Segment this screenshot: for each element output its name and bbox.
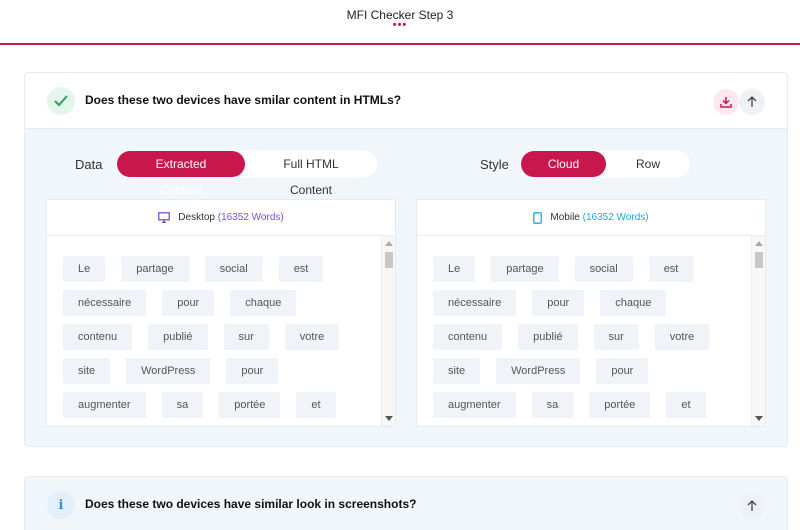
screenshot-look-card: i Does these two devices have similar lo… bbox=[24, 476, 788, 530]
desktop-panel-header: Desktop (16352 Words) bbox=[47, 200, 395, 236]
word-tag: sur bbox=[593, 324, 639, 350]
html-content-card: Does these two devices have smilar conte… bbox=[24, 72, 788, 447]
data-label: Data bbox=[75, 157, 103, 172]
mobile-panel-header: Mobile (16352 Words) bbox=[417, 200, 765, 236]
word-tag: nécessaire bbox=[63, 290, 147, 316]
word-row: nécessaire pour chaque bbox=[63, 290, 381, 316]
word-row: Le partage social est bbox=[433, 256, 751, 282]
word-row: contenu publié sur votre bbox=[63, 324, 381, 350]
style-toggle: Cloud Row bbox=[521, 151, 690, 177]
info-icon: i bbox=[47, 491, 75, 519]
desktop-word-count: (16352 Words) bbox=[217, 212, 284, 223]
scroll-thumb[interactable] bbox=[385, 252, 393, 268]
word-tag: social bbox=[204, 256, 263, 282]
word-tag: pour bbox=[596, 358, 649, 384]
word-tag: sur bbox=[223, 324, 269, 350]
style-label: Style bbox=[480, 157, 509, 172]
word-tag: site bbox=[63, 358, 111, 384]
question-title: Does these two devices have smilar conte… bbox=[85, 93, 402, 107]
word-row: Le partage social est bbox=[63, 256, 381, 282]
word-tag: votre bbox=[654, 324, 710, 350]
card-header[interactable]: Does these two devices have smilar conte… bbox=[25, 73, 787, 129]
scroll-up-icon[interactable] bbox=[755, 241, 763, 246]
word-row: site WordPress pour bbox=[63, 358, 381, 384]
word-tag: votre bbox=[284, 324, 340, 350]
word-tag: portée bbox=[219, 392, 281, 418]
word-row: augmenter sa portée et bbox=[63, 392, 381, 418]
word-tag: publié bbox=[518, 324, 578, 350]
word-tag: et bbox=[666, 392, 706, 418]
word-tag: chaque bbox=[600, 290, 667, 316]
row-option[interactable]: Row bbox=[606, 151, 690, 177]
word-tag: nécessaire bbox=[433, 290, 517, 316]
scroll-down-icon[interactable] bbox=[385, 416, 393, 421]
arrow-up-icon bbox=[747, 500, 757, 511]
top-bar: MFI Checker Step 3 ••• bbox=[0, 0, 800, 45]
scroll-up-icon[interactable] bbox=[385, 241, 393, 246]
word-tag: partage bbox=[121, 256, 189, 282]
word-row: contenu publié sur votre bbox=[433, 324, 751, 350]
word-tag: augmenter bbox=[63, 392, 146, 418]
word-tag: sa bbox=[161, 392, 204, 418]
word-tag: est bbox=[648, 256, 694, 282]
mobile-label: Mobile bbox=[550, 212, 580, 223]
word-tag: Le bbox=[433, 256, 476, 282]
word-tag: Le bbox=[63, 256, 106, 282]
mobile-scrollbar[interactable] bbox=[751, 236, 765, 426]
word-tag: sa bbox=[531, 392, 574, 418]
scroll-thumb[interactable] bbox=[755, 252, 763, 268]
word-tag: contenu bbox=[433, 324, 503, 350]
word-row: augmenter sa portée et bbox=[433, 392, 751, 418]
expand-button[interactable] bbox=[739, 493, 765, 519]
scroll-down-icon[interactable] bbox=[755, 416, 763, 421]
word-row: site WordPress pour bbox=[433, 358, 751, 384]
card-header[interactable]: i Does these two devices have similar lo… bbox=[25, 477, 787, 530]
desktop-label: Desktop bbox=[178, 212, 215, 223]
mobile-icon bbox=[533, 211, 543, 224]
data-toggle: Extracted Content Full HTML Content bbox=[117, 151, 377, 197]
mobile-word-count: (16352 Words) bbox=[582, 212, 649, 223]
extracted-content-option[interactable]: Extracted Content bbox=[117, 151, 245, 197]
cloud-option[interactable]: Cloud bbox=[521, 151, 606, 177]
desktop-icon bbox=[158, 212, 171, 223]
word-tag: WordPress bbox=[496, 358, 581, 384]
check-icon bbox=[47, 87, 75, 115]
desktop-word-cloud: Le partage social est nécessaire pour ch… bbox=[47, 236, 381, 426]
arrow-up-icon bbox=[747, 96, 757, 107]
word-tag: augmenter bbox=[433, 392, 516, 418]
step-dots: ••• bbox=[392, 19, 408, 31]
word-tag: WordPress bbox=[126, 358, 211, 384]
desktop-scrollbar[interactable] bbox=[381, 236, 395, 426]
word-tag: publié bbox=[148, 324, 208, 350]
word-tag: pour bbox=[226, 358, 279, 384]
mobile-word-cloud: Le partage social est nécessaire pour ch… bbox=[417, 236, 751, 426]
download-button[interactable] bbox=[713, 89, 739, 115]
word-tag: site bbox=[433, 358, 481, 384]
word-tag: est bbox=[278, 256, 324, 282]
word-tag: social bbox=[574, 256, 633, 282]
word-tag: pour bbox=[162, 290, 215, 316]
mobile-panel: Mobile (16352 Words) Le partage social e… bbox=[416, 199, 766, 427]
word-tag: portée bbox=[589, 392, 651, 418]
desktop-panel: Desktop (16352 Words) Le partage social … bbox=[46, 199, 396, 427]
word-tag: pour bbox=[532, 290, 585, 316]
full-html-option[interactable]: Full HTML Content bbox=[245, 151, 377, 197]
word-tag: partage bbox=[491, 256, 559, 282]
word-tag: chaque bbox=[230, 290, 297, 316]
collapse-button[interactable] bbox=[739, 89, 765, 115]
question-title: Does these two devices have similar look… bbox=[85, 497, 417, 511]
word-row: nécessaire pour chaque bbox=[433, 290, 751, 316]
word-tag: et bbox=[296, 392, 336, 418]
download-icon bbox=[720, 97, 732, 108]
word-tag: contenu bbox=[63, 324, 133, 350]
